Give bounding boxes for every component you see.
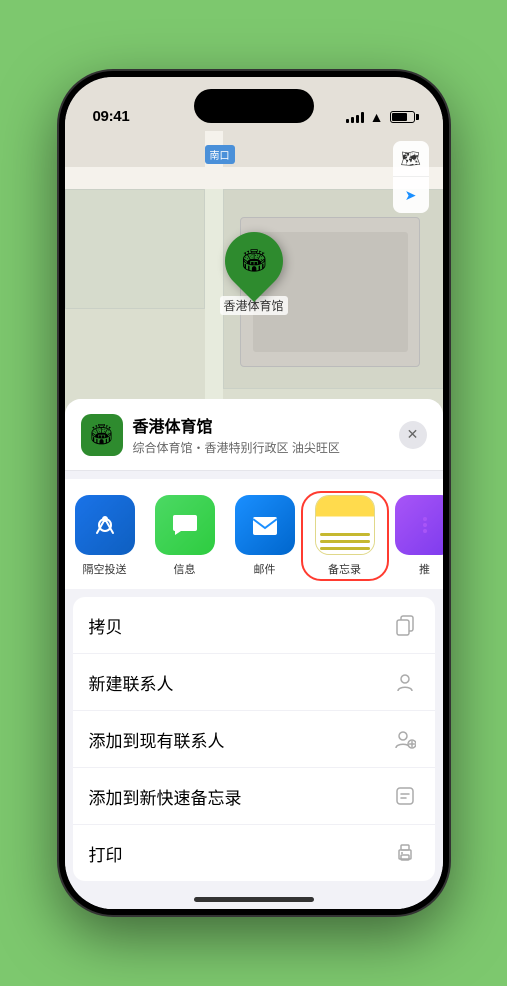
status-time: 09:41 [93,108,130,125]
more-dot-2 [423,523,427,527]
share-item-mail[interactable]: 邮件 [225,495,305,577]
dynamic-island [194,89,314,123]
map-road-horizontal [65,167,443,189]
map-nankou-label: 南口 [205,145,235,164]
notes-line-2 [320,540,370,543]
signal-bar-3 [356,115,359,123]
venue-info: 香港体育馆 综合体育馆・香港特别行政区 油尖旺区 [133,413,389,456]
add-existing-icon [391,725,419,753]
airdrop-svg [89,509,121,541]
add-existing-label: 添加到现有联系人 [89,727,225,752]
home-bar [194,897,314,902]
venue-subtitle: 综合体育馆・香港特别行政区 油尖旺区 [133,439,389,456]
more-icon [395,495,443,555]
messages-icon [155,495,215,555]
notes-line-3 [320,547,370,550]
map-controls[interactable]: 🗺 ➤ [393,141,429,213]
mail-svg [249,509,281,541]
bottom-sheet: 🏟 香港体育馆 综合体育馆・香港特别行政区 油尖旺区 ✕ [65,399,443,909]
location-pin: 🏟 香港体育馆 [219,232,287,315]
messages-label: 信息 [174,561,196,577]
new-contact-icon [391,668,419,696]
venue-icon: 🏟 [81,414,123,456]
venue-name: 香港体育馆 [133,413,389,437]
add-notes-icon [391,782,419,810]
more-dot-3 [423,529,427,533]
share-row: 隔空投送 信息 [65,479,443,589]
action-add-notes[interactable]: 添加到新快速备忘录 [73,768,435,825]
share-item-airdrop[interactable]: 隔空投送 [65,495,145,577]
status-icons: ▲ [346,109,415,125]
messages-svg [169,509,201,541]
copy-label: 拷贝 [89,613,123,638]
action-print[interactable]: 打印 [73,825,435,881]
add-notes-label: 添加到新快速备忘录 [89,784,242,809]
copy-icon [391,611,419,639]
airdrop-label: 隔空投送 [83,561,127,577]
phone-screen: 09:41 ▲ [65,77,443,909]
print-label: 打印 [89,841,123,866]
share-item-notes[interactable]: 备忘录 [305,495,385,577]
battery-fill [392,113,408,121]
location-button[interactable]: ➤ [393,177,429,213]
action-copy[interactable]: 拷贝 [73,597,435,654]
action-list: 拷贝 新建联系人 [73,597,435,881]
action-new-contact[interactable]: 新建联系人 [73,654,435,711]
share-item-more[interactable]: 推 [385,495,443,577]
venue-header: 🏟 香港体育馆 综合体育馆・香港特别行政区 油尖旺区 ✕ [65,399,443,471]
print-icon [391,839,419,867]
pin-circle: 🏟 [212,220,294,302]
action-add-existing[interactable]: 添加到现有联系人 [73,711,435,768]
signal-bar-1 [346,119,349,123]
signal-bars-icon [346,112,364,123]
more-label: 推 [419,561,430,577]
battery-icon [390,111,415,123]
airdrop-icon [75,495,135,555]
more-dot-1 [423,517,427,521]
more-dots-icon [423,517,427,533]
location-icon: ➤ [405,187,417,204]
phone-frame: 09:41 ▲ [59,71,449,915]
signal-bar-4 [361,112,364,123]
new-contact-label: 新建联系人 [89,670,174,695]
close-button[interactable]: ✕ [399,421,427,449]
notes-icon-inner [316,496,374,554]
wifi-icon: ▲ [370,109,384,125]
notes-line-1 [320,533,370,536]
signal-bar-2 [351,117,354,123]
map-type-button[interactable]: 🗺 [393,141,429,177]
notes-label: 备忘录 [328,561,361,577]
map-type-icon: 🗺 [400,149,420,169]
mail-icon [235,495,295,555]
mail-label: 邮件 [254,561,276,577]
home-indicator [65,889,443,909]
venue-emoji: 🏟 [89,422,114,447]
notes-icon [315,495,375,555]
pin-emoji: 🏟 [240,248,268,274]
share-item-messages[interactable]: 信息 [145,495,225,577]
